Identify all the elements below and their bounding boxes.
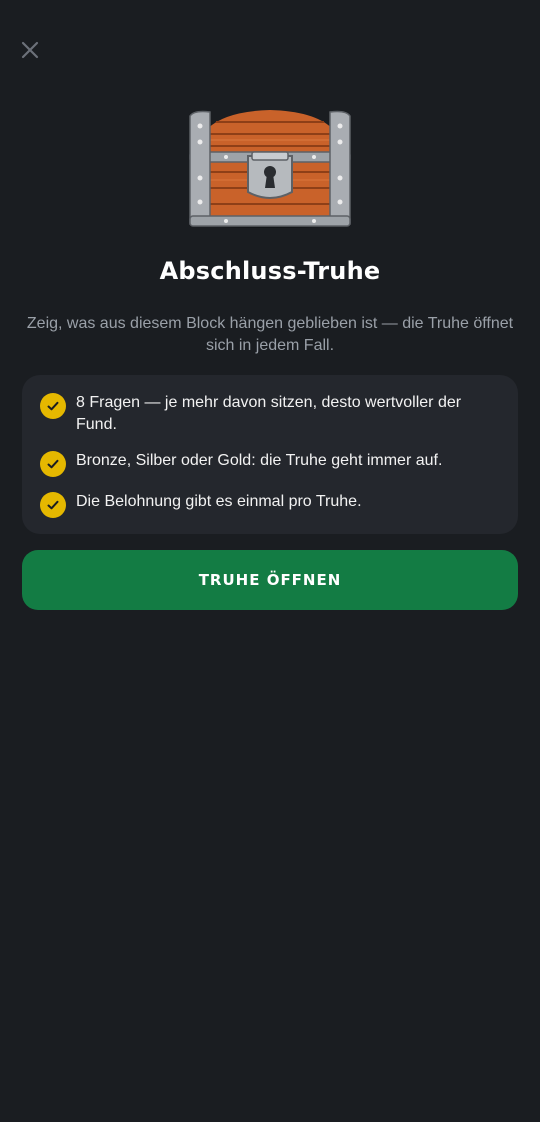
check-circle-icon — [40, 451, 66, 477]
check-circle-icon — [40, 492, 66, 518]
treasure-chest-icon — [186, 106, 354, 230]
list-item-text: 8 Fragen — je mehr davon sitzen, desto w… — [76, 394, 462, 433]
check-circle-icon — [40, 393, 66, 419]
list-item: 8 Fragen — je mehr davon sitzen, desto w… — [40, 392, 498, 436]
close-button[interactable] — [14, 34, 46, 66]
list-item: Die Belohnung gibt es einmal pro Truhe. — [40, 491, 498, 518]
page-title: Abschluss-Truhe — [159, 257, 381, 285]
close-icon — [21, 41, 39, 59]
list-item-text: Die Belohnung gibt es einmal pro Truhe. — [76, 493, 362, 510]
page-subtitle: Zeig, was aus diesem Block hängen geblie… — [26, 315, 514, 354]
list-item: Bronze, Silber oder Gold: die Truhe geht… — [40, 450, 498, 477]
open-chest-button[interactable]: TRUHE ÖFFNEN — [22, 550, 518, 610]
list-item-text: Bronze, Silber oder Gold: die Truhe geht… — [76, 452, 443, 469]
info-card: 8 Fragen — je mehr davon sitzen, desto w… — [22, 375, 518, 534]
